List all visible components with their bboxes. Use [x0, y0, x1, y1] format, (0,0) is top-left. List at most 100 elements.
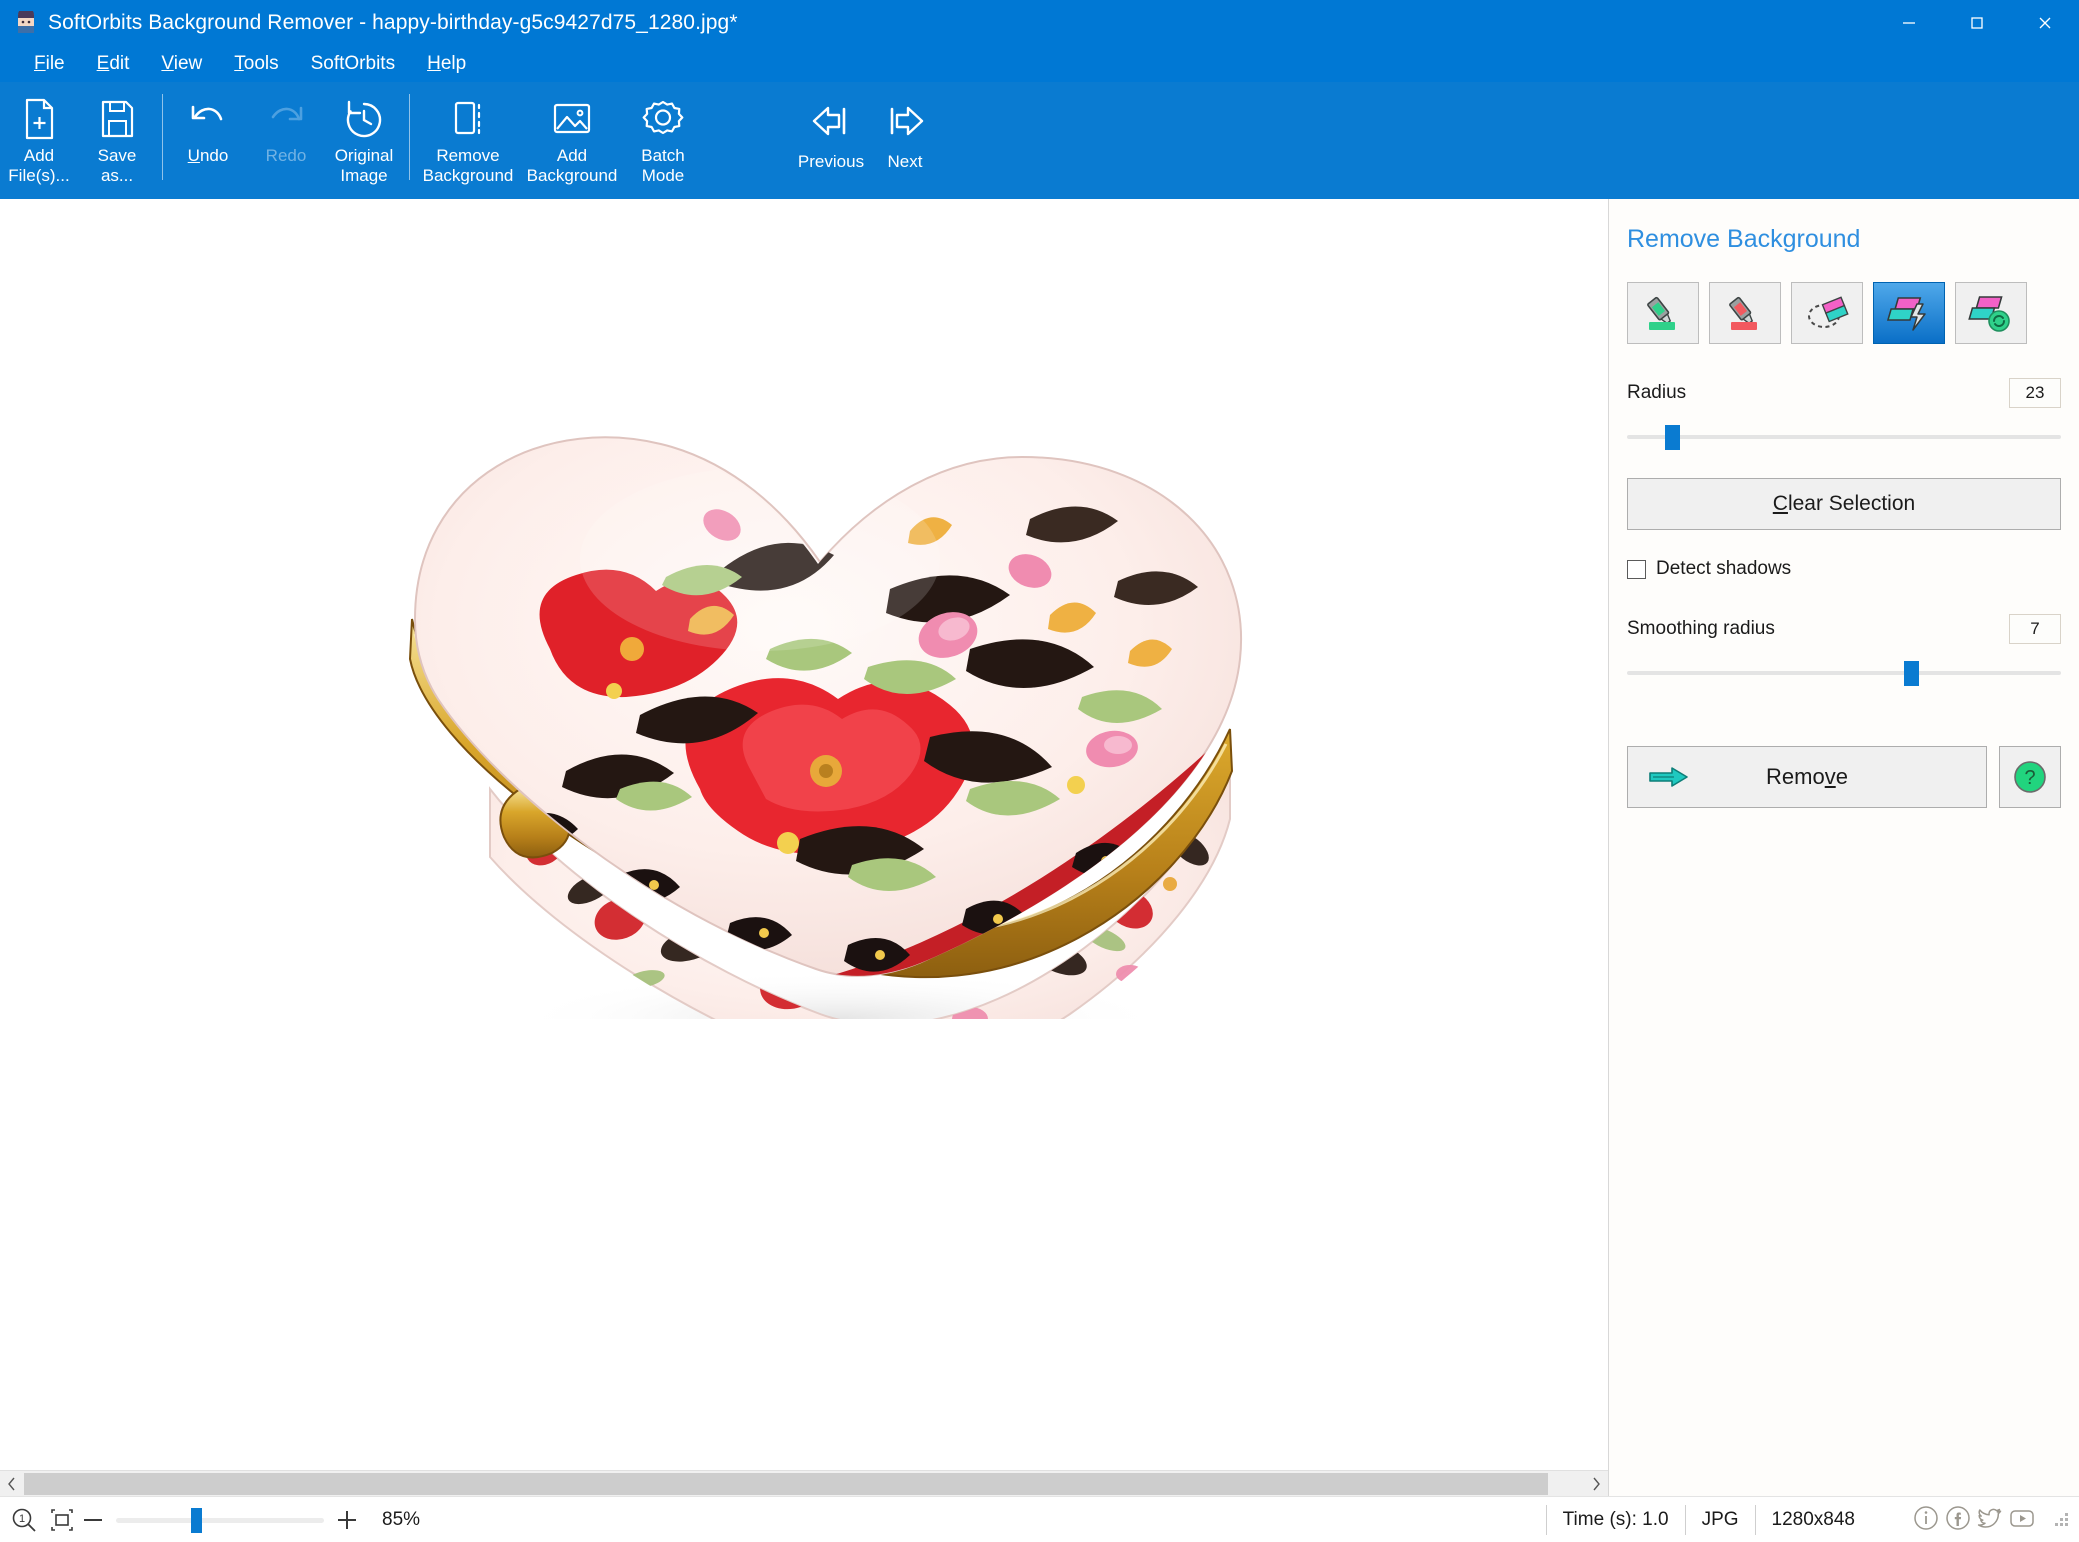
red-marker-icon: [1729, 296, 1757, 330]
social-links: [1911, 1503, 2037, 1538]
radius-slider[interactable]: [1627, 422, 2061, 452]
original-image-label: Original Image: [334, 146, 394, 185]
facebook-icon[interactable]: [1943, 1503, 1973, 1538]
status-right-group: Time (s): 1.0 JPG 1280x848: [1545, 1497, 2079, 1542]
toolbar-separator-2: [409, 94, 410, 180]
next-button[interactable]: Next: [868, 90, 942, 190]
zoom-slider[interactable]: [116, 1505, 324, 1535]
remove-background-icon: [446, 96, 490, 142]
marker-keep-tool-button[interactable]: [1627, 282, 1699, 344]
tool-button-row: [1627, 282, 2079, 344]
image-canvas[interactable]: [0, 199, 1608, 1470]
help-button[interactable]: ?: [1999, 746, 2061, 808]
scrollbar-thumb[interactable]: [24, 1472, 1548, 1495]
time-status: Time (s): 1.0: [1545, 1505, 1685, 1535]
remove-background-label: Remove Background: [422, 146, 514, 185]
add-files-button[interactable]: Add File(s)...: [0, 90, 78, 190]
main-toolbar: Add File(s)... Save as... Undo Redo Orig…: [0, 82, 2079, 199]
help-question-icon: ?: [2014, 761, 2046, 793]
zoom-in-button[interactable]: [330, 1503, 364, 1537]
undo-label: Undo: [187, 146, 229, 165]
save-as-icon: [97, 96, 137, 142]
detect-shadows-checkbox[interactable]: [1627, 559, 1646, 579]
menu-bar: File Edit View Tools SoftOrbits Help: [0, 46, 2079, 82]
zoom-percent-label: 85%: [382, 1508, 421, 1530]
menu-item-view[interactable]: View: [145, 51, 218, 77]
lasso-select-tool-button[interactable]: [1791, 282, 1863, 344]
canvas-area: [0, 199, 1609, 1497]
radius-label: Radius: [1627, 382, 1687, 403]
magic-wand-tool-button[interactable]: [1873, 282, 1945, 344]
zoom-slider-thumb[interactable]: [190, 1507, 202, 1533]
menu-label-file: ile: [45, 53, 65, 74]
scroll-right-button[interactable]: [1584, 1471, 1608, 1497]
menu-item-file[interactable]: File: [18, 51, 81, 77]
fit-to-window-icon[interactable]: [48, 1506, 76, 1534]
remove-background-button[interactable]: Remove Background: [416, 90, 520, 190]
close-button[interactable]: [2011, 0, 2079, 46]
redo-label: Redo: [265, 146, 307, 165]
original-image-button[interactable]: Original Image: [325, 90, 403, 190]
previous-arrow-icon: [806, 98, 856, 146]
lasso-icon: [1808, 296, 1849, 328]
right-panel: Remove Background Radius 23 Clear Select…: [1609, 199, 2079, 1496]
youtube-icon[interactable]: [2007, 1503, 2037, 1538]
clear-selection-button[interactable]: Clear Selection: [1627, 478, 2061, 530]
panel-title: Remove Background: [1627, 225, 1861, 253]
status-bar: 1 85% Time (s): 1.0 JPG 1280x848: [0, 1496, 2079, 1542]
next-label: Next: [887, 152, 923, 171]
format-status: JPG: [1684, 1505, 1755, 1535]
radius-row: Radius 23: [1627, 378, 2061, 408]
menu-item-help[interactable]: Help: [411, 51, 482, 77]
previous-label: Previous: [797, 152, 865, 171]
zoom-1-to-1-icon[interactable]: 1: [10, 1506, 38, 1534]
auto-refresh-tool-button[interactable]: [1955, 282, 2027, 344]
marker-remove-tool-button[interactable]: [1709, 282, 1781, 344]
add-files-label: Add File(s)...: [8, 146, 70, 185]
detect-shadows-label: Detect shadows: [1656, 558, 1792, 579]
maximize-button[interactable]: [1943, 0, 2011, 46]
detect-shadows-row[interactable]: Detect shadows: [1627, 558, 2061, 580]
menu-item-softorbits[interactable]: SoftOrbits: [295, 51, 411, 77]
resize-grip[interactable]: [2053, 1511, 2071, 1529]
twitter-icon[interactable]: [1975, 1503, 2005, 1538]
scrollbar-track[interactable]: [24, 1470, 1584, 1497]
app-icon: [14, 7, 38, 35]
save-as-label: Save as...: [97, 146, 137, 185]
menu-item-tools[interactable]: Tools: [218, 51, 294, 77]
smoothing-slider-track: [1627, 671, 2061, 675]
radius-slider-thumb[interactable]: [1664, 425, 1680, 450]
remove-button[interactable]: Remove: [1627, 746, 1987, 808]
redo-icon: [263, 96, 309, 142]
smoothing-radius-slider[interactable]: [1627, 658, 2061, 688]
toolbar-separator-1: [162, 94, 163, 180]
next-arrow-icon: [880, 98, 930, 146]
save-as-button[interactable]: Save as...: [78, 90, 156, 190]
dimensions-status: 1280x848: [1754, 1505, 1871, 1535]
horizontal-scrollbar[interactable]: [0, 1470, 1608, 1497]
clear-selection-label: Clear Selection: [1772, 492, 1916, 515]
minimize-button[interactable]: [1875, 0, 1943, 46]
window-title: SoftOrbits Background Remover - happy-bi…: [48, 11, 738, 34]
application-window: SoftOrbits Background Remover - happy-bi…: [0, 0, 2079, 1542]
smoothing-radius-row: Smoothing radius 7: [1627, 614, 2061, 644]
smoothing-slider-thumb[interactable]: [1903, 661, 1919, 686]
undo-button[interactable]: Undo: [169, 90, 247, 190]
zoom-out-button[interactable]: [76, 1503, 110, 1537]
radius-value-input[interactable]: 23: [2009, 378, 2061, 408]
zoom-slider-track: [116, 1517, 324, 1523]
action-row: Remove ?: [1627, 746, 2061, 808]
menu-item-edit[interactable]: Edit: [81, 51, 146, 77]
smoothing-radius-value-input[interactable]: 7: [2009, 614, 2061, 644]
add-background-button[interactable]: Add Background: [520, 90, 624, 190]
info-icon[interactable]: [1911, 1503, 1941, 1538]
navigation-group: Previous Next: [794, 90, 942, 190]
svg-text:1: 1: [19, 1513, 25, 1525]
redo-button[interactable]: Redo: [247, 90, 325, 190]
previous-button[interactable]: Previous: [794, 90, 868, 190]
batch-mode-icon: [641, 96, 685, 142]
smoothing-radius-label: Smoothing radius: [1627, 618, 1775, 639]
scroll-left-button[interactable]: [0, 1471, 24, 1497]
undo-icon: [185, 96, 231, 142]
batch-mode-button[interactable]: Batch Mode: [624, 90, 702, 190]
